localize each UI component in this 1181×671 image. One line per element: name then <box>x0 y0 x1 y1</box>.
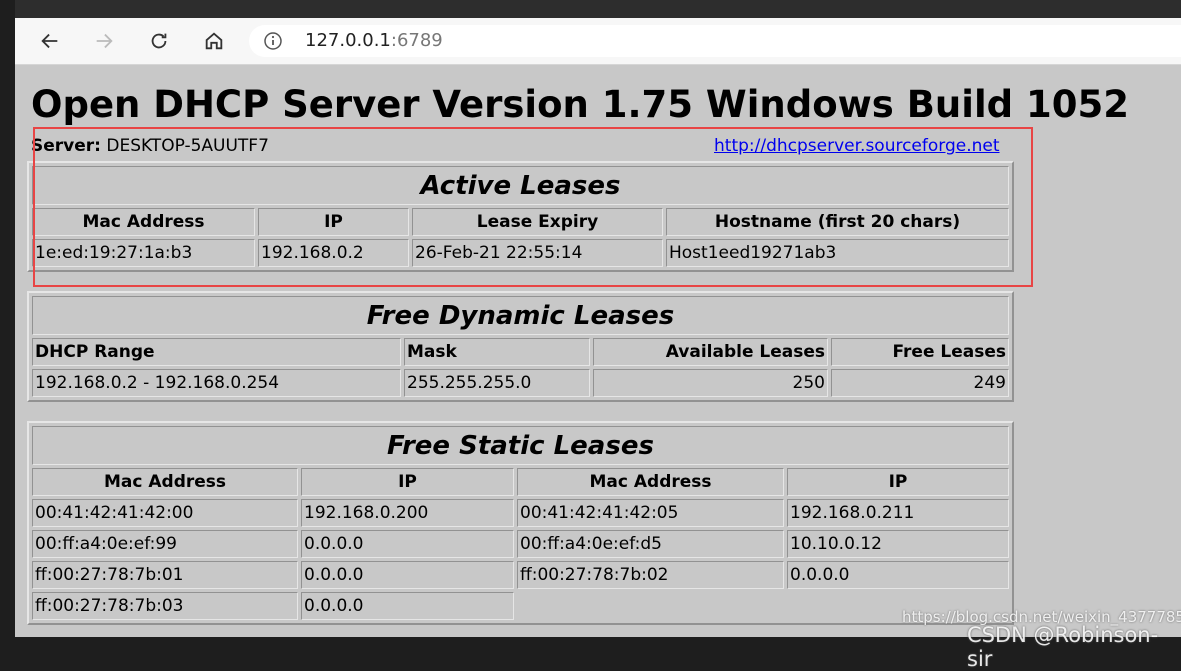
table-cell: 00:41:42:41:42:00 <box>32 499 298 527</box>
reload-icon[interactable] <box>144 26 174 56</box>
table-cell: ff:00:27:78:7b:01 <box>32 561 298 589</box>
column-header: Lease Expiry <box>412 208 663 236</box>
back-icon[interactable] <box>35 26 65 56</box>
active-leases-table: Active Leases Mac Address IP Lease Expir… <box>27 161 1014 272</box>
table-cell: 192.168.0.200 <box>301 499 514 527</box>
column-header: DHCP Range <box>32 338 401 366</box>
info-icon[interactable] <box>263 31 283 51</box>
watermark-author: CSDN @Robinson-sir <box>967 623 1159 671</box>
empty-cell <box>517 592 784 620</box>
table-row: ff:00:27:78:7b:01 0.0.0.0 ff:00:27:78:7b… <box>32 561 1009 589</box>
column-header: IP <box>787 468 1009 496</box>
table-cell: ff:00:27:78:7b:03 <box>32 592 298 620</box>
table-cell: 249 <box>831 369 1009 397</box>
sourceforge-link[interactable]: http://dhcpserver.sourceforge.net <box>714 136 1000 156</box>
table-cell: 00:41:42:41:42:05 <box>517 499 784 527</box>
server-label: Server: <box>31 136 101 156</box>
table-cell: 192.168.0.211 <box>787 499 1009 527</box>
table-row: 00:41:42:41:42:00 192.168.0.200 00:41:42… <box>32 499 1009 527</box>
page-title: Open DHCP Server Version 1.75 Windows Bu… <box>31 83 1129 126</box>
column-header: IP <box>301 468 514 496</box>
table-row: 1e:ed:19:27:1a:b3 192.168.0.2 26-Feb-21 … <box>32 239 1009 267</box>
table-row: 192.168.0.2 - 192.168.0.254 255.255.255.… <box>32 369 1009 397</box>
free-dynamic-leases-caption: Free Dynamic Leases <box>32 296 1009 335</box>
free-static-leases-table: Free Static Leases Mac Address IP Mac Ad… <box>27 421 1014 625</box>
table-cell: 0.0.0.0 <box>301 530 514 558</box>
server-info: Server: DESKTOP-5AUUTF7 <box>31 136 269 156</box>
free-dynamic-leases-table: Free Dynamic Leases DHCP Range Mask Avai… <box>27 291 1014 402</box>
column-header: Hostname (first 20 chars) <box>666 208 1009 236</box>
column-header: Available Leases <box>593 338 828 366</box>
column-header: IP <box>258 208 409 236</box>
table-row: 00:ff:a4:0e:ef:99 0.0.0.0 00:ff:a4:0e:ef… <box>32 530 1009 558</box>
table-cell: 0.0.0.0 <box>301 592 514 620</box>
table-header-row: DHCP Range Mask Available Leases Free Le… <box>32 338 1009 366</box>
table-cell: 26-Feb-21 22:55:14 <box>412 239 663 267</box>
url-port: :6789 <box>390 30 443 51</box>
column-header: Free Leases <box>831 338 1009 366</box>
column-header: Mac Address <box>32 468 298 496</box>
home-icon[interactable] <box>199 26 229 56</box>
table-header-row: Mac Address IP Mac Address IP <box>32 468 1009 496</box>
address-bar[interactable]: 127.0.0.1:6789 <box>249 25 1181 57</box>
free-static-leases-caption: Free Static Leases <box>32 426 1009 465</box>
column-header: Mac Address <box>32 208 255 236</box>
table-row: ff:00:27:78:7b:03 0.0.0.0 <box>32 592 1009 620</box>
table-cell: Host1eed19271ab3 <box>666 239 1009 267</box>
table-cell: 1e:ed:19:27:1a:b3 <box>32 239 255 267</box>
table-cell: 00:ff:a4:0e:ef:d5 <box>517 530 784 558</box>
table-cell: ff:00:27:78:7b:02 <box>517 561 784 589</box>
table-header-row: Mac Address IP Lease Expiry Hostname (fi… <box>32 208 1009 236</box>
table-cell: 00:ff:a4:0e:ef:99 <box>32 530 298 558</box>
browser-tab-strip <box>15 0 1181 18</box>
url-host: 127.0.0.1 <box>305 30 391 51</box>
page-content: Open DHCP Server Version 1.75 Windows Bu… <box>15 65 1181 637</box>
table-cell: 0.0.0.0 <box>787 561 1009 589</box>
column-header: Mac Address <box>517 468 784 496</box>
table-cell: 0.0.0.0 <box>301 561 514 589</box>
forward-icon[interactable] <box>89 26 119 56</box>
column-header: Mask <box>404 338 590 366</box>
table-cell: 255.255.255.0 <box>404 369 590 397</box>
table-cell: 192.168.0.2 <box>258 239 409 267</box>
browser-toolbar: 127.0.0.1:6789 <box>15 18 1181 65</box>
table-cell: 192.168.0.2 - 192.168.0.254 <box>32 369 401 397</box>
active-leases-caption: Active Leases <box>32 166 1009 205</box>
server-name: DESKTOP-5AUUTF7 <box>106 136 269 156</box>
table-cell: 250 <box>593 369 828 397</box>
table-cell: 10.10.0.12 <box>787 530 1009 558</box>
address-url[interactable]: 127.0.0.1:6789 <box>305 30 443 51</box>
